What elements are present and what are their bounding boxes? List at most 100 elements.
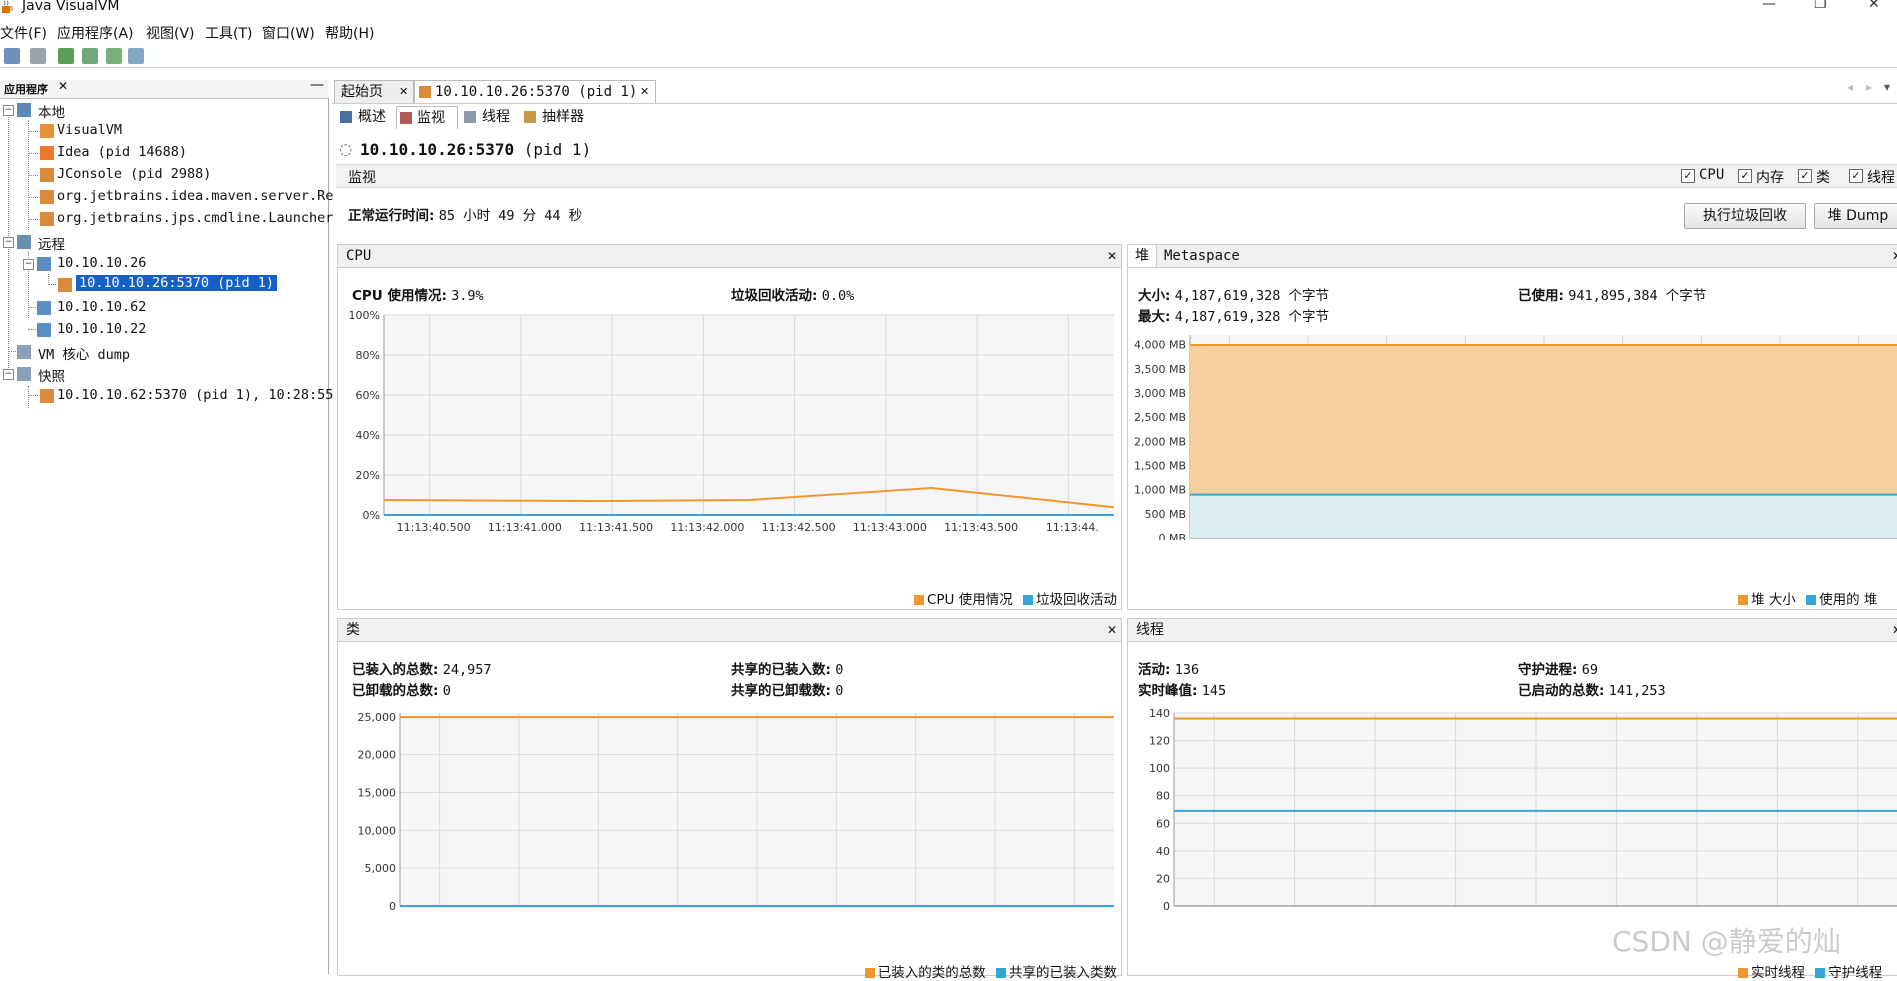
- menu-bar: 文件(F) 应用程序(A) 视图(V) 工具(T) 窗口(W) 帮助(H): [0, 20, 1897, 44]
- x-tick-label: 11:13:42.000: [670, 521, 744, 534]
- y-tick-label: 100%: [349, 309, 380, 322]
- close-window-button[interactable]: ✕: [1868, 0, 1880, 12]
- close-tab-icon[interactable]: ✕: [58, 79, 68, 93]
- heap-dump-button[interactable]: 堆 Dump: [1814, 203, 1897, 229]
- x-tick-label: 11:13:41.500: [645, 912, 719, 913]
- close-tab-icon[interactable]: ✕: [640, 81, 649, 103]
- x-tick-label: 11:13:41.500: [579, 521, 653, 534]
- close-tab-icon[interactable]: ✕: [399, 81, 408, 103]
- tab-list-icon[interactable]: ▾: [1884, 80, 1890, 94]
- cpu-panel-title: CPU: [346, 248, 372, 264]
- tree-item-visualvm[interactable]: VisualVM: [57, 122, 122, 138]
- remote-host-icon: [37, 301, 51, 315]
- tree-item-jconsole[interactable]: JConsole (pid 2988): [57, 166, 211, 182]
- tab-metaspace[interactable]: Metaspace: [1164, 245, 1240, 267]
- applications-panel-header: 应用程序 ✕ —: [0, 77, 328, 99]
- add-jmx-icon[interactable]: [58, 48, 74, 64]
- cpu-checkbox-label: CPU: [1699, 167, 1725, 183]
- tree-snapshots[interactable]: 快照: [38, 365, 65, 385]
- loading-spinner-icon: ◌: [339, 140, 353, 158]
- menu-file[interactable]: 文件(F): [0, 23, 47, 43]
- close-panel-icon[interactable]: ✕: [1892, 245, 1897, 267]
- tab-sampler[interactable]: 抽样器: [520, 106, 592, 128]
- heap-chart: 0 MB 500 MB 1,000 MB 1,500 MB 2,000 MB 2,500 …: [1134, 335, 1897, 540]
- menu-view[interactable]: 视图(V): [146, 23, 195, 43]
- tree-snapshot-item[interactable]: 10.10.10.62:5370 (pid 1), 10:28:55: [57, 387, 333, 403]
- classes-chart: 0 5,000 10,000 15,000 20,000 25,000 11:13:40.0…: [358, 711, 1114, 913]
- tab-threads[interactable]: 线程: [460, 106, 518, 128]
- title-bar: Java VisualVM — ❐ ✕: [0, 0, 1897, 16]
- vm-coredump-icon: [17, 345, 31, 359]
- x-tick-label: 11:13:42.500: [1583, 912, 1657, 913]
- collapse-remote-icon[interactable]: −: [3, 237, 14, 248]
- close-panel-icon[interactable]: ✕: [1107, 619, 1117, 641]
- open-icon[interactable]: [4, 48, 20, 64]
- cpu-checkbox[interactable]: ✓: [1681, 169, 1695, 183]
- tab-label: 10.10.10.26:5370 (pid 1): [435, 84, 638, 100]
- add-remote-icon[interactable]: [82, 48, 98, 64]
- tree-host-10-10-10-26[interactable]: 10.10.10.26: [57, 255, 146, 271]
- maximize-button[interactable]: ❐: [1814, 0, 1827, 12]
- collapse-host-icon[interactable]: −: [23, 259, 34, 270]
- save-icon[interactable]: [30, 48, 46, 64]
- tab-overview[interactable]: 概述: [338, 106, 394, 128]
- tree-item-jps-launcher[interactable]: org.jetbrains.jps.cmdline.Launcher: [57, 210, 333, 226]
- snapshots-icon: [17, 367, 31, 381]
- legend-heap-size: 堆 大小: [1751, 592, 1796, 608]
- memory-checkbox[interactable]: ✓: [1738, 169, 1752, 183]
- tab-start-page[interactable]: 起始页 ✕: [334, 80, 414, 103]
- tree-host-10-10-10-22[interactable]: 10.10.10.22: [57, 321, 146, 337]
- menu-window[interactable]: 窗口(W): [262, 23, 315, 43]
- tab-monitor[interactable]: 监视: [396, 106, 458, 129]
- document-tabs: 起始页 ✕ 10.10.10.26:5370 (pid 1) ✕ ◂ ▸ ▾: [332, 80, 1897, 104]
- perform-gc-button[interactable]: 执行垃圾回收: [1684, 203, 1806, 229]
- classes-checkbox[interactable]: ✓: [1798, 169, 1812, 183]
- local-host-icon: [17, 103, 31, 117]
- x-tick-label: 11:13:42.500: [762, 521, 836, 534]
- tree-host-10-10-10-62[interactable]: 10.10.10.62: [57, 299, 146, 315]
- shared-loaded-label: 共享的已装入数:: [731, 662, 831, 678]
- close-panel-icon[interactable]: ✕: [1107, 245, 1117, 267]
- threads-started-value: 141,253: [1608, 683, 1666, 699]
- tree-local[interactable]: 本地: [38, 101, 65, 121]
- x-tick-label: 11:13:43.000: [883, 912, 957, 913]
- legend-gc-activity: 垃圾回收活动: [1036, 592, 1117, 608]
- tree-item-selected-process[interactable]: 10.10.10.26:5370 (pid 1): [76, 275, 278, 291]
- applications-tab[interactable]: 应用程序: [4, 81, 48, 97]
- y-tick-label: 15,000: [358, 786, 397, 799]
- y-tick-label: 0: [389, 900, 396, 913]
- tree-vm-coredump[interactable]: VM 核心 dump: [38, 343, 130, 363]
- tab-process[interactable]: 10.10.10.26:5370 (pid 1) ✕: [414, 80, 656, 103]
- menu-application[interactable]: 应用程序(A): [57, 23, 134, 43]
- legend-swatch: [913, 595, 924, 605]
- heap-dump-icon[interactable]: [106, 48, 122, 64]
- x-tick-label: 11:13:41.500: [1423, 912, 1497, 913]
- menu-tools[interactable]: 工具(T): [205, 23, 252, 43]
- collapse-snapshots-icon[interactable]: −: [3, 369, 14, 380]
- threads-peak-label: 实时峰值:: [1138, 683, 1198, 699]
- monitor-section-bar: 监视 ✓ CPU ✓ 内存 ✓ 类 ✓ 线程: [336, 164, 1897, 188]
- tree-item-idea[interactable]: Idea (pid 14688): [57, 144, 187, 160]
- legend-cpu-usage: CPU 使用情况: [926, 592, 1013, 608]
- plot-area: [384, 315, 1114, 515]
- minimize-panel-icon[interactable]: —: [310, 77, 324, 93]
- collapse-local-icon[interactable]: −: [3, 105, 14, 116]
- y-tick-label: 40: [1156, 845, 1170, 858]
- process-name: 10.10.10.26:5370: [360, 140, 515, 159]
- shared-unloaded-label: 共享的已卸载数:: [731, 683, 831, 699]
- threads-checkbox[interactable]: ✓: [1849, 169, 1863, 183]
- x-tick-label: 11:13:43.000: [1664, 912, 1738, 913]
- tab-scroll-left-icon[interactable]: ◂: [1847, 80, 1853, 94]
- snapshot-icon[interactable]: [128, 48, 144, 64]
- y-tick-label: 4,000 MB: [1134, 339, 1186, 352]
- tree-item-maven-server[interactable]: org.jetbrains.idea.maven.server.Re: [57, 188, 333, 204]
- menu-help[interactable]: 帮助(H): [325, 23, 374, 43]
- close-panel-icon[interactable]: ✕: [1892, 619, 1897, 641]
- tab-heap[interactable]: 堆: [1128, 245, 1157, 267]
- heap-size-value: 4,187,619,328 个字节: [1174, 288, 1329, 304]
- minimize-button[interactable]: —: [1762, 0, 1776, 12]
- y-tick-label: 80%: [356, 349, 380, 362]
- threads-live-label: 活动:: [1138, 662, 1171, 678]
- tab-scroll-right-icon[interactable]: ▸: [1866, 80, 1872, 94]
- tree-remote[interactable]: 远程: [38, 233, 65, 253]
